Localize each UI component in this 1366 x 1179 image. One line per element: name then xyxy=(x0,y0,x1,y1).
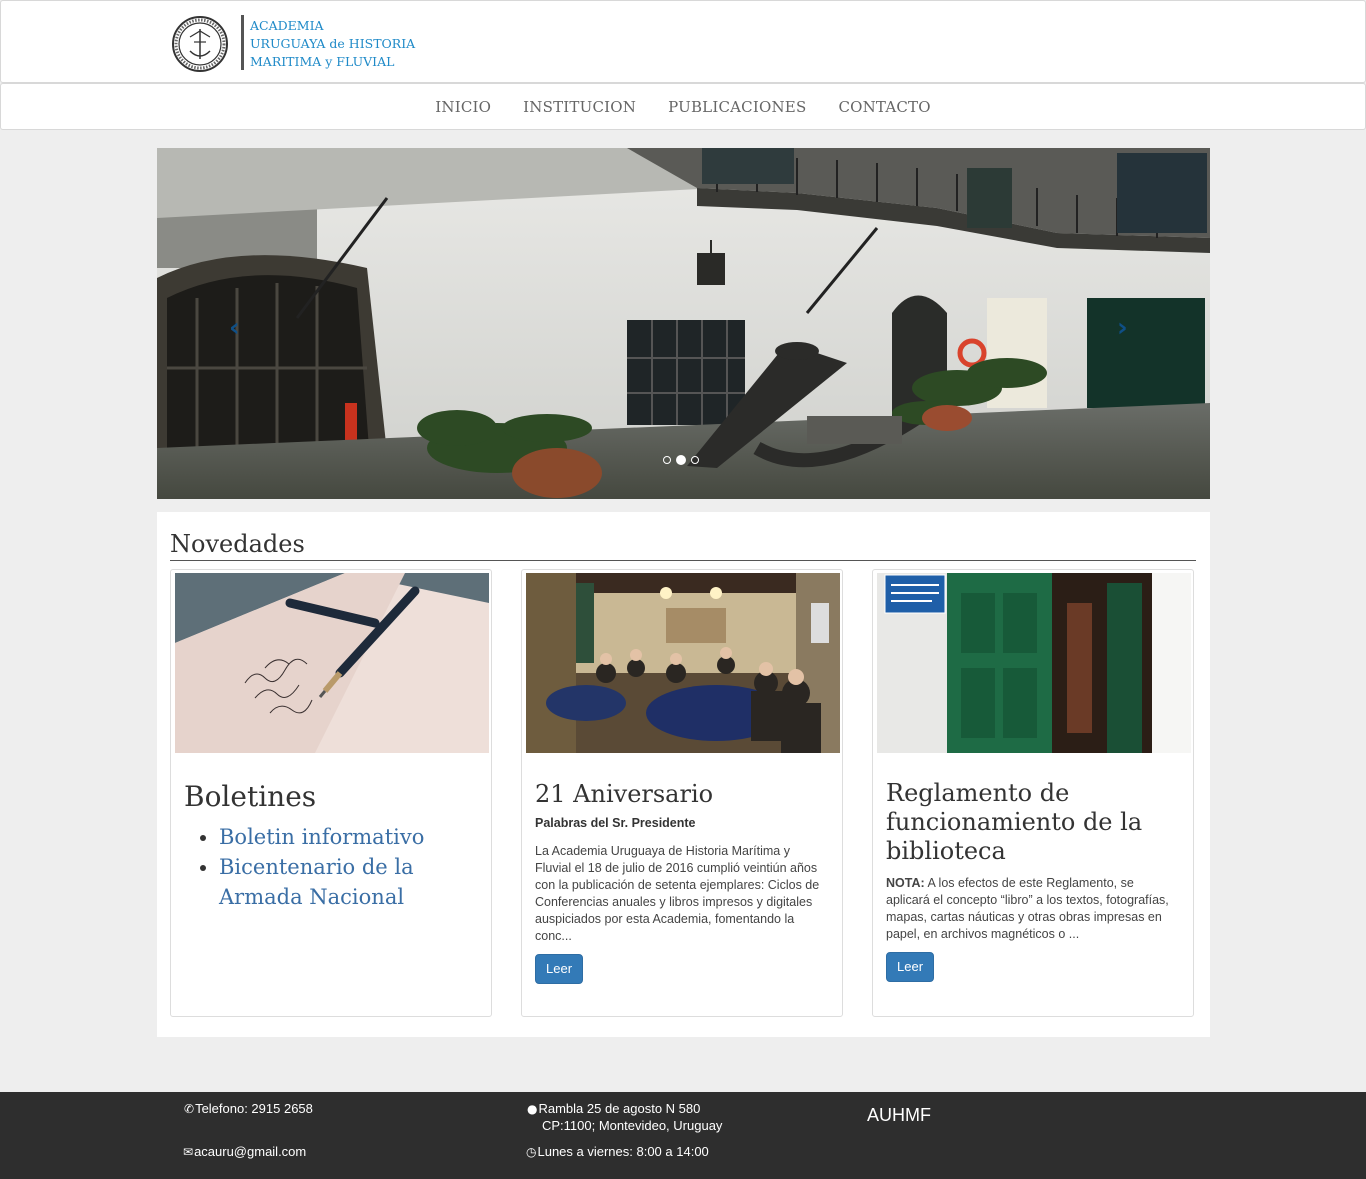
carousel-prev-icon[interactable]: ‹ xyxy=(229,313,240,343)
boletines-link-list: Boletin informativo Bicentenario de la A… xyxy=(201,822,491,912)
image-carousel: ‹ › xyxy=(157,148,1210,499)
main-nav: INICIO INSTITUCION PUBLICACIONES CONTACT… xyxy=(0,83,1366,130)
card-title: Reglamento de funcionamiento de la bibli… xyxy=(886,779,1143,865)
read-more-button[interactable]: Leer xyxy=(886,952,934,982)
card-thumbnail xyxy=(175,573,489,753)
footer-brand: AUHMF xyxy=(867,1105,931,1125)
academy-seal-logo[interactable] xyxy=(170,15,230,73)
footer-address: ●Rambla 25 de agosto N 580 xyxy=(527,1101,700,1116)
news-card-reglamento: Reglamento de funcionamiento de la bibli… xyxy=(872,569,1194,1017)
header-bar: ACADEMIA URUGUAYA de HISTORIA MARITIMA y… xyxy=(0,0,1366,83)
footer-phone: ✆Telefono: 2915 2658 xyxy=(184,1101,313,1116)
courtyard-photo xyxy=(157,148,1210,499)
news-card-aniversario: 21 Aniversario Palabras del Sr. Presiden… xyxy=(521,569,843,1017)
email-text[interactable]: acauru@gmail.com xyxy=(194,1144,306,1159)
logo-line-3: MARITIMA y FLUVIAL xyxy=(250,54,395,69)
footer-hours: ◷Lunes a viernes: 8:00 a 14:00 xyxy=(526,1144,709,1159)
card-title: Boletines xyxy=(184,780,317,813)
library-door-image xyxy=(877,573,1191,753)
phone-icon: ✆ xyxy=(184,1102,195,1116)
banquet-hall-image xyxy=(526,573,840,753)
nav-item-contacto[interactable]: CONTACTO xyxy=(822,98,946,116)
address-line-1: Rambla 25 de agosto N 580 xyxy=(538,1101,701,1116)
hours-text: Lunes a viernes: 8:00 a 14:00 xyxy=(537,1144,709,1159)
boletin-informativo-link[interactable]: Boletin informativo xyxy=(219,825,424,849)
list-item: Boletin informativo xyxy=(219,822,491,852)
footer-email: ✉acauru@gmail.com xyxy=(183,1144,306,1159)
nav-item-inicio[interactable]: INICIO xyxy=(419,98,507,116)
card-title: 21 Aniversario xyxy=(535,780,714,808)
phone-text: Telefono: 2915 2658 xyxy=(195,1101,313,1116)
carousel-dot-1[interactable] xyxy=(663,456,671,464)
envelope-icon: ✉ xyxy=(183,1145,194,1159)
site-footer: ✆Telefono: 2915 2658 ✉acauru@gmail.com ●… xyxy=(0,1092,1366,1179)
card-thumbnail xyxy=(877,573,1191,753)
carousel-next-icon[interactable]: › xyxy=(1117,313,1128,343)
logo-wordmark[interactable]: ACADEMIA URUGUAYA de HISTORIA MARITIMA y… xyxy=(250,17,415,71)
read-more-button[interactable]: Leer xyxy=(535,954,583,984)
note-label: NOTA: xyxy=(886,876,925,890)
clock-icon: ◷ xyxy=(526,1145,537,1159)
logo-line-1: ACADEMIA xyxy=(250,18,324,33)
news-card-boletines: Boletines Boletin informativo Bicentenar… xyxy=(170,569,492,1017)
card-excerpt: La Academia Uruguaya de Historia Marítim… xyxy=(535,844,820,943)
list-item: Bicentenario de la Armada Nacional xyxy=(219,852,491,912)
carousel-dot-2[interactable] xyxy=(676,455,686,465)
news-section: Novedades Boletines Boletin info xyxy=(157,512,1210,1037)
logo-line-2: URUGUAYA de HISTORIA xyxy=(250,36,416,51)
bicentenario-armada-link[interactable]: Bicentenario de la Armada Nacional xyxy=(219,855,414,909)
pen-and-paper-image xyxy=(175,573,489,753)
carousel-dot-3[interactable] xyxy=(691,456,699,464)
card-excerpt: NOTA: A los efectos de este Reglamento, … xyxy=(886,875,1180,943)
nav-item-publicaciones[interactable]: PUBLICACIONES xyxy=(652,98,822,116)
card-thumbnail xyxy=(526,573,840,753)
section-title: Novedades xyxy=(170,528,1196,561)
carousel-indicators xyxy=(663,455,699,465)
map-marker-icon: ● xyxy=(527,1102,538,1116)
address-line-2: CP:1100; Montevideo, Uruguay xyxy=(542,1118,723,1133)
logo-divider xyxy=(241,15,244,70)
nav-item-institucion[interactable]: INSTITUCION xyxy=(507,98,652,116)
note-text: A los efectos de este Reglamento, se apl… xyxy=(886,876,1169,941)
card-subtitle: Palabras del Sr. Presidente xyxy=(535,816,696,830)
